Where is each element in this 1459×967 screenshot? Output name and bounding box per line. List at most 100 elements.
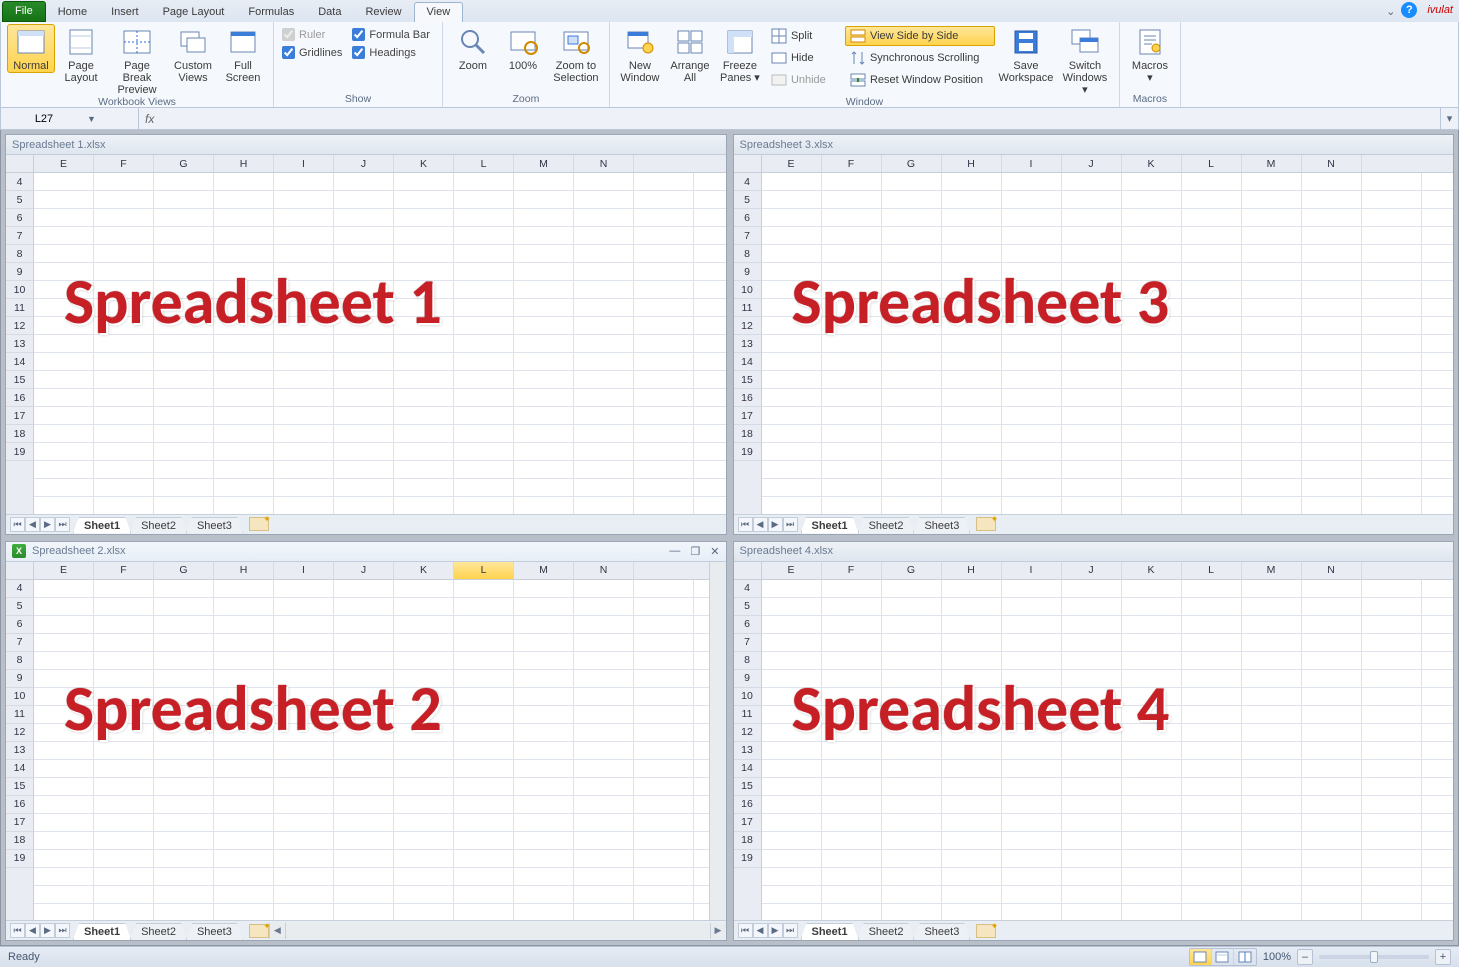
row-header[interactable]: 12 — [6, 317, 33, 335]
prev-sheet-icon[interactable]: ◀ — [753, 517, 768, 532]
prev-sheet-icon[interactable]: ◀ — [25, 517, 40, 532]
first-sheet-icon[interactable]: ⏮ — [10, 517, 25, 532]
row-header[interactable]: 16 — [6, 796, 33, 814]
row-header[interactable]: 16 — [734, 389, 761, 407]
column-header[interactable]: F — [822, 155, 882, 172]
tab-page-layout[interactable]: Page Layout — [151, 3, 237, 22]
workbook-titlebar[interactable]: Spreadsheet 3.xlsx — [734, 135, 1454, 155]
row-header[interactable]: 17 — [6, 814, 33, 832]
new-sheet-button[interactable] — [976, 517, 996, 531]
row-header[interactable]: 8 — [734, 245, 761, 263]
row-header[interactable]: 10 — [734, 688, 761, 706]
first-sheet-icon[interactable]: ⏮ — [738, 517, 753, 532]
column-header[interactable]: H — [214, 562, 274, 579]
custom-views-button[interactable]: Custom Views — [169, 24, 217, 84]
tab-formulas[interactable]: Formulas — [236, 3, 306, 22]
tab-insert[interactable]: Insert — [99, 3, 151, 22]
row-header[interactable]: 9 — [734, 263, 761, 281]
normal-view-button[interactable]: Normal — [7, 24, 55, 73]
column-header[interactable]: L — [1182, 155, 1242, 172]
column-header[interactable]: N — [1302, 155, 1362, 172]
row-header[interactable]: 9 — [6, 263, 33, 281]
cells[interactable]: Spreadsheet 1 — [34, 173, 726, 514]
column-header[interactable]: E — [762, 562, 822, 579]
cells[interactable]: Spreadsheet 4 — [762, 580, 1454, 921]
row-header[interactable]: 7 — [734, 227, 761, 245]
row-header[interactable]: 6 — [734, 209, 761, 227]
tab-file[interactable]: File — [2, 1, 46, 22]
arrange-all-button[interactable]: Arrange All — [666, 24, 714, 84]
cells[interactable]: Spreadsheet 2 — [34, 580, 709, 921]
column-header[interactable]: K — [394, 155, 454, 172]
row-header[interactable]: 5 — [6, 191, 33, 209]
row-header[interactable]: 16 — [6, 389, 33, 407]
row-header[interactable]: 5 — [734, 191, 761, 209]
column-header[interactable]: J — [334, 155, 394, 172]
view-normal-shortcut[interactable] — [1190, 949, 1212, 965]
minimize-icon[interactable]: — — [669, 545, 680, 558]
sheet-tab[interactable]: Sheet1 — [73, 923, 131, 940]
column-header[interactable]: G — [882, 155, 942, 172]
column-header[interactable]: K — [1122, 155, 1182, 172]
row-header[interactable]: 15 — [734, 778, 761, 796]
sheet-tab[interactable]: Sheet2 — [858, 517, 915, 534]
scroll-left-icon[interactable]: ◀ — [270, 923, 286, 939]
row-header[interactable]: 8 — [6, 245, 33, 263]
row-header[interactable]: 19 — [6, 850, 33, 868]
next-sheet-icon[interactable]: ▶ — [768, 923, 783, 938]
formula-input[interactable] — [162, 108, 1434, 129]
sheet-tab[interactable]: Sheet3 — [186, 517, 243, 534]
row-header[interactable]: 7 — [734, 634, 761, 652]
row-header[interactable]: 13 — [6, 335, 33, 353]
last-sheet-icon[interactable]: ⏭ — [55, 517, 70, 532]
column-header[interactable]: H — [214, 155, 274, 172]
freeze-panes-button[interactable]: Freeze Panes ▾ — [716, 24, 764, 84]
split-button[interactable]: Split — [766, 26, 836, 46]
expand-formula-bar-icon[interactable]: ▾ — [1440, 108, 1458, 129]
select-all-corner[interactable] — [6, 562, 33, 580]
column-header[interactable]: L — [454, 155, 514, 172]
sheet-tab[interactable]: Sheet3 — [186, 923, 243, 940]
row-header[interactable]: 18 — [734, 832, 761, 850]
switch-windows-button[interactable]: Switch Windows ▾ — [1057, 24, 1113, 96]
tab-review[interactable]: Review — [353, 3, 413, 22]
row-header[interactable]: 5 — [734, 598, 761, 616]
column-header[interactable]: I — [1002, 562, 1062, 579]
column-header[interactable]: F — [94, 155, 154, 172]
row-header[interactable]: 10 — [6, 688, 33, 706]
vertical-scrollbar[interactable] — [709, 562, 726, 921]
column-header[interactable]: K — [1122, 562, 1182, 579]
column-header[interactable]: N — [1302, 562, 1362, 579]
zoom-button[interactable]: Zoom — [449, 24, 497, 72]
row-header[interactable]: 14 — [734, 353, 761, 371]
next-sheet-icon[interactable]: ▶ — [768, 517, 783, 532]
row-header[interactable]: 11 — [734, 706, 761, 724]
next-sheet-icon[interactable]: ▶ — [40, 923, 55, 938]
zoom-in-button[interactable]: + — [1435, 949, 1451, 965]
row-header[interactable]: 9 — [6, 670, 33, 688]
sheet-tab[interactable]: Sheet3 — [913, 923, 970, 940]
column-header[interactable]: E — [34, 155, 94, 172]
row-header[interactable]: 18 — [734, 425, 761, 443]
row-header[interactable]: 6 — [6, 209, 33, 227]
row-header[interactable]: 7 — [6, 227, 33, 245]
column-header[interactable]: G — [882, 562, 942, 579]
row-header[interactable]: 6 — [734, 616, 761, 634]
new-sheet-button[interactable] — [249, 517, 269, 531]
row-header[interactable]: 7 — [6, 634, 33, 652]
zoom-to-selection-button[interactable]: Zoom to Selection — [549, 24, 603, 84]
sheet-tab[interactable]: Sheet2 — [130, 923, 187, 940]
page-break-preview-button[interactable]: Page Break Preview — [107, 24, 167, 96]
column-header[interactable]: G — [154, 562, 214, 579]
select-all-corner[interactable] — [6, 155, 33, 173]
workbook-window[interactable]: Spreadsheet 3.xlsx 456789101112131415161… — [733, 134, 1455, 535]
column-header[interactable]: L — [454, 562, 514, 579]
row-header[interactable]: 18 — [6, 832, 33, 850]
synchronous-scrolling-button[interactable]: Synchronous Scrolling — [845, 48, 995, 68]
select-all-corner[interactable] — [734, 562, 761, 580]
full-screen-button[interactable]: Full Screen — [219, 24, 267, 84]
column-header[interactable]: M — [1242, 562, 1302, 579]
column-header[interactable]: H — [942, 562, 1002, 579]
row-header[interactable]: 14 — [734, 760, 761, 778]
column-header[interactable]: F — [94, 562, 154, 579]
